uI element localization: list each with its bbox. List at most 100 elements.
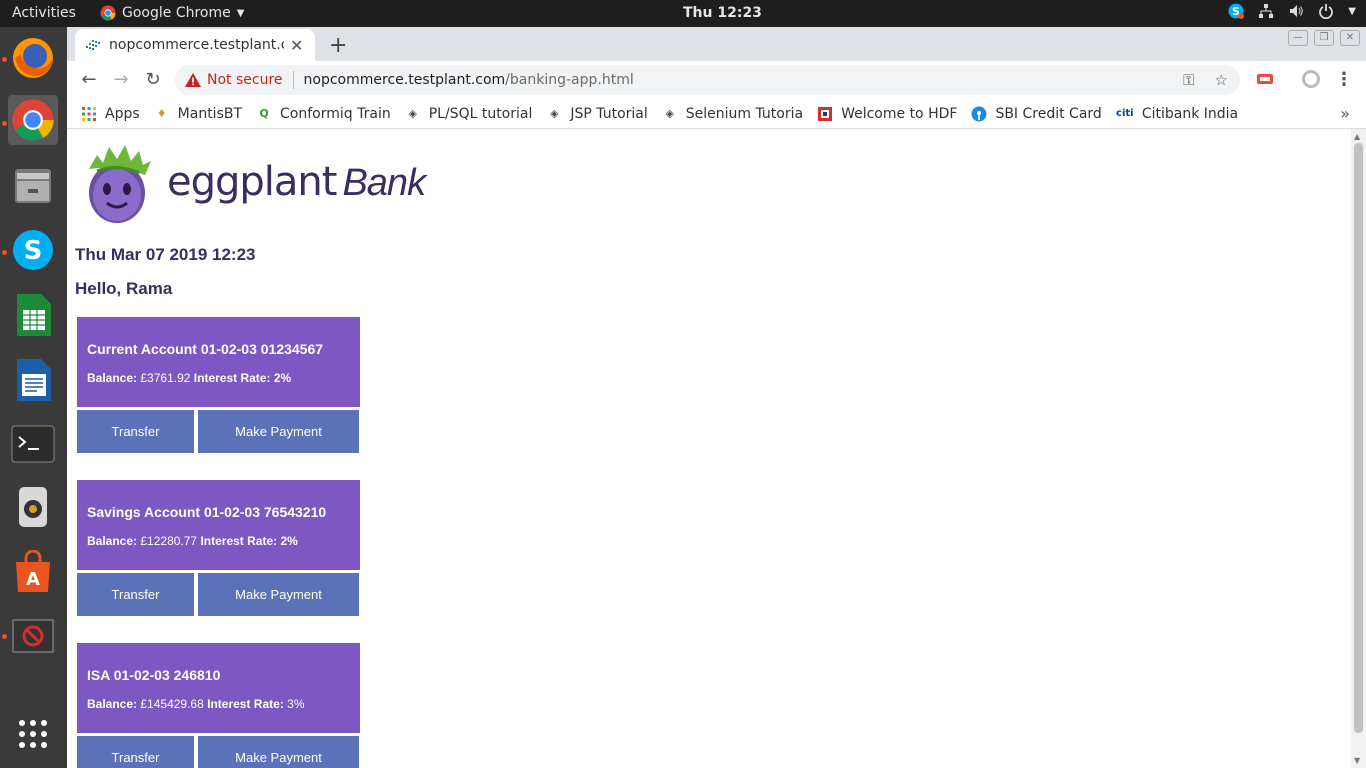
bookmark-label: Selenium Tutoria bbox=[685, 105, 804, 122]
scrollbar-thumb[interactable] bbox=[1354, 143, 1363, 733]
account-title: Current Account 01-02-03 01234567 bbox=[87, 341, 324, 357]
dock-software[interactable]: A bbox=[8, 547, 58, 597]
bookmark-label: Citibank India bbox=[1141, 105, 1239, 122]
favicon-icon bbox=[86, 40, 100, 50]
bookmark-jsp[interactable]: ◈ JSP Tutorial bbox=[546, 105, 648, 122]
bookmark-sbi[interactable]: SBI Credit Card bbox=[971, 105, 1102, 122]
greeting: Hello, Rama bbox=[75, 279, 173, 298]
power-icon[interactable] bbox=[1318, 3, 1334, 19]
profile-icon[interactable] bbox=[1301, 69, 1321, 89]
transfer-button[interactable]: Transfer bbox=[77, 736, 194, 768]
bookmarks-overflow-icon[interactable]: » bbox=[1340, 104, 1350, 123]
apps-grid-icon bbox=[82, 106, 96, 121]
speaker-icon bbox=[19, 487, 47, 527]
dock-skype[interactable]: S bbox=[8, 225, 58, 275]
dock-blocked-app[interactable] bbox=[8, 611, 58, 661]
interest-rate-label: Interest Rate: bbox=[207, 697, 284, 711]
account-actions: Transfer Make Payment bbox=[77, 573, 360, 616]
menu-kebab-icon[interactable]: ⋮ bbox=[1333, 69, 1355, 91]
dock-speaker[interactable] bbox=[8, 482, 58, 532]
clock[interactable]: Thu 12:23 bbox=[683, 5, 762, 21]
dock-firefox[interactable] bbox=[8, 33, 58, 83]
bookmark-star-icon[interactable]: ☆ bbox=[1215, 71, 1228, 89]
interest-rate-value: 3% bbox=[287, 697, 305, 711]
url-path: /banking-app.html bbox=[505, 72, 634, 88]
close-window-button[interactable]: ✕ bbox=[1340, 30, 1360, 46]
diamond-icon: ◈ bbox=[408, 107, 417, 120]
transfer-button[interactable]: Transfer bbox=[77, 410, 194, 453]
firefox-icon bbox=[13, 38, 53, 78]
bookmark-citibank[interactable]: citi Citibank India bbox=[1116, 106, 1238, 122]
bookmark-conformiq[interactable]: Q Conformiq Train bbox=[256, 106, 390, 122]
bookmark-apps[interactable]: Apps bbox=[81, 106, 140, 122]
show-applications-button[interactable] bbox=[8, 709, 58, 759]
mantis-icon: ♦ bbox=[156, 107, 167, 120]
warning-icon bbox=[185, 73, 201, 87]
bookmark-label: MantisBT bbox=[177, 105, 243, 122]
forward-button[interactable]: → bbox=[110, 69, 132, 91]
account-title: Savings Account 01-02-03 76543210 bbox=[87, 504, 327, 520]
key-icon[interactable]: ⚿ bbox=[1183, 71, 1194, 89]
scroll-up-icon[interactable]: ▲ bbox=[1354, 132, 1360, 141]
account-title: ISA 01-02-03 246810 bbox=[87, 667, 221, 683]
balance-label: Balance: bbox=[87, 371, 138, 385]
make-payment-button[interactable]: Make Payment bbox=[198, 736, 359, 768]
back-button[interactable]: ← bbox=[78, 69, 100, 91]
bookmark-hdfc[interactable]: Welcome to HDF bbox=[817, 106, 957, 122]
running-indicator bbox=[2, 250, 7, 255]
not-secure-label[interactable]: Not secure bbox=[207, 72, 283, 88]
close-tab-icon[interactable]: ✕ bbox=[290, 36, 303, 55]
tab-active[interactable]: nopcommerce.testplant.c ✕ bbox=[75, 29, 315, 61]
activities-button[interactable]: Activities bbox=[12, 5, 76, 21]
balance-value: £145429.68 bbox=[140, 697, 204, 711]
diamond-icon: ◈ bbox=[665, 107, 674, 120]
logo-suffix: Bank bbox=[342, 162, 426, 204]
current-datetime: Thu Mar 07 2019 12:23 bbox=[75, 245, 256, 264]
dock-chrome[interactable] bbox=[8, 95, 58, 145]
running-indicator bbox=[2, 57, 7, 62]
page-scrollbar[interactable]: ▲ ▼ bbox=[1351, 129, 1366, 768]
transfer-button[interactable]: Transfer bbox=[77, 573, 194, 616]
account-panel: Savings Account 01-02-03 76543210 Balanc… bbox=[77, 480, 360, 616]
apps-grid-icon bbox=[19, 720, 47, 748]
app-menu[interactable]: Google Chrome ▼ bbox=[100, 5, 244, 21]
account-card: Current Account 01-02-03 01234567 Balanc… bbox=[77, 317, 360, 407]
new-tab-button[interactable]: + bbox=[329, 33, 347, 58]
minimize-button[interactable]: — bbox=[1288, 30, 1308, 46]
bookmark-selenium[interactable]: ◈ Selenium Tutoria bbox=[662, 105, 804, 122]
logo-wordmark: eggplant Bank bbox=[167, 159, 426, 205]
scroll-down-icon[interactable]: ▼ bbox=[1354, 756, 1360, 765]
bookmark-label: JSP Tutorial bbox=[570, 105, 648, 122]
reload-button[interactable]: ↻ bbox=[142, 69, 164, 91]
balance-value: £12280.77 bbox=[140, 534, 198, 548]
make-payment-button[interactable]: Make Payment bbox=[198, 573, 359, 616]
bookmark-mantisbt[interactable]: ♦ MantisBT bbox=[154, 106, 242, 122]
bookmark-plsql[interactable]: ◈ PL/SQL tutorial bbox=[405, 106, 532, 122]
dock-calc[interactable] bbox=[8, 290, 58, 340]
volume-icon[interactable] bbox=[1288, 3, 1304, 19]
system-tray[interactable]: S ▼ bbox=[1228, 3, 1356, 19]
running-indicator bbox=[2, 121, 7, 126]
extension-icon[interactable] bbox=[1255, 69, 1275, 89]
gnome-top-bar: Activities Google Chrome ▼ Thu 12:23 S ▼ bbox=[0, 0, 1366, 27]
eggplant-bank-logo: eggplant Bank bbox=[79, 139, 426, 225]
web-page: eggplant Bank Thu Mar 07 2019 12:23 Hello… bbox=[67, 129, 1351, 768]
account-actions: Transfer Make Payment bbox=[77, 410, 360, 453]
chevron-down-icon: ▼ bbox=[236, 7, 245, 19]
hdfc-icon bbox=[818, 106, 833, 121]
make-payment-button[interactable]: Make Payment bbox=[198, 410, 359, 453]
dock-files[interactable] bbox=[8, 161, 58, 211]
skype-tray-icon[interactable]: S bbox=[1228, 3, 1245, 19]
bookmark-label: Apps bbox=[105, 105, 140, 122]
dock-terminal[interactable] bbox=[8, 419, 58, 469]
network-icon[interactable] bbox=[1258, 3, 1274, 19]
restore-button[interactable]: ❐ bbox=[1314, 30, 1334, 46]
skype-icon: S bbox=[13, 230, 53, 270]
tab-strip: nopcommerce.testplant.c ✕ + — ❐ ✕ bbox=[67, 27, 1366, 61]
bookmark-label: SBI Credit Card bbox=[995, 105, 1102, 122]
dock-writer[interactable] bbox=[8, 355, 58, 405]
account-card: ISA 01-02-03 246810 Balance: £145429.68 … bbox=[77, 643, 360, 733]
address-bar[interactable]: Not secure nopcommerce.testplant.com/ban… bbox=[175, 65, 1240, 95]
svg-text:S: S bbox=[24, 236, 43, 266]
forbidden-icon bbox=[12, 619, 54, 653]
